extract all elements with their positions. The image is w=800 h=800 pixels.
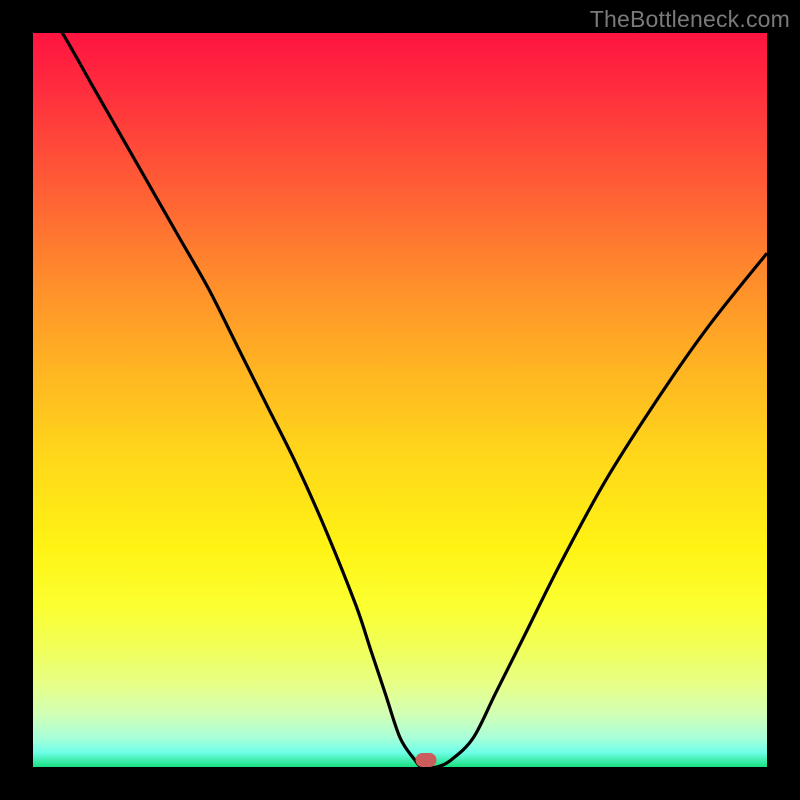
- bottleneck-curve: [33, 33, 767, 767]
- optimum-marker: [415, 753, 436, 767]
- watermark-text: TheBottleneck.com: [590, 6, 790, 33]
- bottleneck-chart: [33, 33, 767, 767]
